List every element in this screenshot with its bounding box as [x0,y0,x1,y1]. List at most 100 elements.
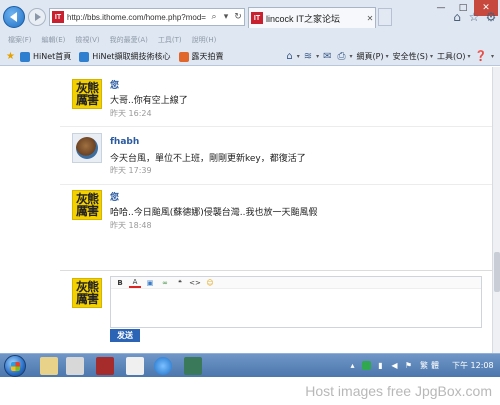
page-menu[interactable]: 網頁(P) ▾ [357,51,389,62]
fav-label: HiNet擷取網技術核心 [92,52,171,61]
ime-indicator[interactable]: 繁 [420,360,428,371]
browser-chrome: IT http://bbs.ithome.com/home.php?mod= ⌕… [0,0,500,66]
image-button[interactable]: ▣ [144,278,156,288]
help-icon: ❓ [474,51,487,62]
fav-link-hinet-tech[interactable]: HiNet擷取網技術核心 [79,51,171,62]
message-time: 昨天 17:39 [110,166,152,175]
message-user[interactable]: 您 [110,190,119,203]
home-icon[interactable]: ⌂ [450,10,464,24]
rss-icon: ≋ [303,51,313,62]
code-button[interactable]: <> [189,278,201,288]
message-text: 哈哈..今日颱風(蘇德娜)侵襲台灣..我也放一天颱風假 [110,208,318,218]
app2-taskbar-icon[interactable] [184,357,202,375]
print-icon: ⎙ [337,51,346,62]
tab-favicon: IT [251,12,263,24]
message-time: 昨天 18:48 [110,221,152,230]
volume-icon[interactable]: ◀ [390,361,399,370]
start-button[interactable] [4,355,26,377]
back-arrow-icon [9,12,17,22]
new-tab-button[interactable] [378,8,392,26]
fav-label: HiNet首頁 [32,52,72,61]
windows-logo-icon [11,362,20,371]
message-item: fhabh 今天台風，單位不上班，剛剛更新key，都復活了 昨天 17:39 [0,129,480,179]
favorites-bar: ★ HiNet首頁 HiNet擷取網技術核心 露天拍賣 ⌂ ▾ ≋ ▾ ✉ ⎙ ▾ 網… [0,48,500,65]
tray-app-icon[interactable] [362,361,371,370]
tab-title: lincock IT之家论坛 [266,13,341,24]
fav-label: 露天拍賣 [191,52,224,61]
star-icon[interactable]: ☆ [467,10,481,24]
menu-help[interactable]: 說明(H) [192,35,217,45]
tools-menu[interactable]: 工具(O) ▾ [437,51,471,62]
page-scrollbar[interactable] [492,67,500,353]
dropdown-icon[interactable]: ▾ [220,10,232,24]
back-button[interactable] [3,6,25,28]
home-cmd[interactable]: ⌂ ▾ [286,51,299,62]
forward-arrow-icon [35,13,41,21]
tray-expand-icon[interactable]: ▴ [348,361,357,370]
clock[interactable]: 下午 12:08 [452,360,494,371]
menu-tools[interactable]: 工具(T) [158,35,182,45]
menu-favorites[interactable]: 我的最愛(A) [110,35,148,45]
menu-bar: 檔案(F) 編輯(E) 檢視(V) 我的最愛(A) 工具(T) 說明(H) [0,33,500,46]
watermark-text: Host images free JpgBox.com [305,383,492,399]
message-text: 今天台風，單位不上班，剛剛更新key，都復活了 [110,154,306,164]
ie-taskbar-icon[interactable] [154,357,172,375]
smiley-icon[interactable]: ☺ [204,278,216,288]
reply-avatar: 灰熊 厲害 [72,278,102,308]
forward-button[interactable] [28,8,46,26]
lang-indicator[interactable]: 體 [431,360,439,371]
fav-link-hinet[interactable]: HiNet首頁 [19,51,72,62]
menu-file[interactable]: 檔案(F) [8,35,32,45]
network-icon[interactable]: ▮ [376,361,385,370]
scroll-thumb[interactable] [494,252,500,292]
message-user[interactable]: 您 [110,78,119,91]
ruten-icon [178,51,189,62]
link-button[interactable]: ∞ [159,278,171,288]
reply-editor[interactable]: B A ▣ ∞ ❝ <> ☺ [110,276,482,328]
hinet-icon [19,51,30,62]
help-cmd[interactable]: ❓ ▾ [475,51,494,62]
address-bar[interactable]: IT http://bbs.ithome.com/home.php?mod= ⌕… [49,8,245,26]
quote-button[interactable]: ❝ [174,278,186,288]
menu-view[interactable]: 檢視(V) [75,35,99,45]
site-favicon: IT [52,11,64,23]
menu-edit[interactable]: 編輯(E) [42,35,66,45]
avatar[interactable] [72,133,102,163]
taskbar: ▴ ▮ ◀ ⚑ 繁 體 下午 12:08 [0,353,500,377]
reply-separator [60,270,492,271]
media-player-taskbar-icon[interactable] [66,357,84,375]
refresh-icon[interactable]: ↻ [232,10,244,24]
minimize-button[interactable]: — [430,0,452,16]
message-item: 灰熊 厲害 您 大哥..你有空上線了 昨天 16:24 [0,75,480,125]
bold-button[interactable]: B [114,278,126,288]
tab-active[interactable]: IT lincock IT之家论坛 ✕ [248,7,376,28]
app-taskbar-icon[interactable] [96,357,114,375]
fav-link-ruten[interactable]: 露天拍賣 [178,51,224,62]
avatar-photo [76,137,98,159]
message-user[interactable]: fhabh [110,137,139,147]
conversation-page: 灰熊 厲害 您 大哥..你有空上線了 昨天 16:24 fhabh 今天台風，單… [0,67,492,353]
favorites-star-icon[interactable]: ★ [6,51,15,62]
feeds-cmd[interactable]: ≋ ▾ [304,51,319,62]
mail-icon: ✉ [323,51,332,62]
close-tab-icon[interactable]: ✕ [365,14,375,23]
font-color-button[interactable]: A [129,278,141,288]
flag-icon[interactable]: ⚑ [404,361,413,370]
reply-textarea[interactable] [111,289,481,327]
send-button[interactable]: 发送 [110,329,140,342]
print-cmd[interactable]: ⎙ ▾ [338,51,353,62]
chrome-taskbar-icon[interactable] [126,357,144,375]
search-icon[interactable]: ⌕ [208,10,220,24]
home-icon: ⌂ [286,51,293,62]
avatar[interactable]: 灰熊 厲害 [72,79,102,109]
message-text: 大哥..你有空上線了 [110,96,188,106]
hinet-icon [79,51,90,62]
gear-icon[interactable]: ⚙ [484,10,498,24]
watermark-strip: Host images free JpgBox.com [0,377,500,405]
avatar[interactable]: 灰熊 厲害 [72,190,102,220]
explorer-taskbar-icon[interactable] [40,357,58,375]
url-text[interactable]: http://bbs.ithome.com/home.php?mod= [67,13,208,22]
mail-cmd[interactable]: ✉ [323,51,333,62]
safety-menu[interactable]: 安全性(S) ▾ [393,51,433,62]
editor-toolbar: B A ▣ ∞ ❝ <> ☺ [111,277,481,289]
